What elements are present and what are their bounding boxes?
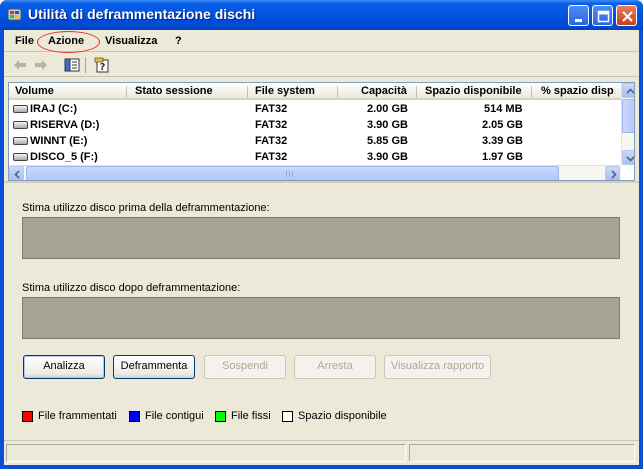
pane-splitter[interactable] xyxy=(4,181,639,183)
analyze-button[interactable]: Analizza xyxy=(23,355,105,379)
file-system: FAT32 xyxy=(255,119,288,131)
forward-arrow-icon[interactable] xyxy=(32,57,50,73)
usage-before-display xyxy=(22,217,620,259)
scroll-up-button[interactable] xyxy=(622,83,634,98)
menu-bar: File Azione Visualizza ? xyxy=(4,30,639,53)
free-space: 1.97 GB xyxy=(482,151,523,163)
menu-visualizza[interactable]: Visualizza xyxy=(105,35,157,47)
col-capacita[interactable]: Capacità xyxy=(361,85,407,97)
maximize-icon xyxy=(597,10,610,23)
legend-label: File frammentati xyxy=(38,410,117,422)
table-row[interactable]: RISERVA (D:) FAT32 3.90 GB 2.05 GB xyxy=(9,117,621,133)
hard-drive-icon xyxy=(13,137,28,145)
window-title: Utilità di deframmentazione dischi xyxy=(28,6,256,22)
legend-swatch-green xyxy=(215,411,226,422)
capacity: 3.90 GB xyxy=(367,119,408,131)
scroll-left-button[interactable] xyxy=(9,166,24,180)
col-separator[interactable] xyxy=(126,86,127,98)
table-row[interactable]: DISCO_5 (F:) FAT32 3.90 GB 1.97 GB xyxy=(9,149,621,165)
usage-after-label: Stima utilizzo disco dopo deframmentazio… xyxy=(22,282,241,294)
hard-drive-icon xyxy=(13,121,28,129)
volume-name: DISCO_5 (F:) xyxy=(30,151,98,163)
scroll-thumb-grip xyxy=(286,171,294,177)
close-icon xyxy=(622,11,633,22)
pause-button[interactable]: Sospendi xyxy=(204,355,286,379)
capacity: 5.85 GB xyxy=(367,135,408,147)
volume-list-header: Volume Stato sessione File system Capaci… xyxy=(9,83,621,100)
file-system: FAT32 xyxy=(255,103,288,115)
table-row[interactable]: WINNT (E:) FAT32 5.85 GB 3.39 GB xyxy=(9,133,621,149)
col-stato-sessione[interactable]: Stato sessione xyxy=(135,85,213,97)
status-pane-main xyxy=(6,444,406,462)
col-percent-free[interactable]: % spazio disp xyxy=(541,85,614,97)
defrag-app-icon xyxy=(7,8,22,21)
chevron-down-icon xyxy=(626,156,634,162)
hard-drive-icon xyxy=(13,153,28,161)
usage-before-label: Stima utilizzo disco prima della deframm… xyxy=(22,202,270,214)
highlight-oval-annotation xyxy=(37,31,100,53)
volume-name: WINNT (E:) xyxy=(30,135,88,147)
vertical-scrollbar[interactable] xyxy=(621,83,634,165)
vertical-scroll-thumb[interactable] xyxy=(622,99,634,133)
properties-help-icon[interactable]: ? xyxy=(94,57,112,73)
toolbar-separator xyxy=(85,57,86,73)
free-space: 514 MB xyxy=(484,103,523,115)
col-file-system[interactable]: File system xyxy=(255,85,315,97)
capacity: 3.90 GB xyxy=(367,151,408,163)
volume-name: RISERVA (D:) xyxy=(30,119,100,131)
defrag-button[interactable]: Deframmenta xyxy=(113,355,195,379)
svg-text:?: ? xyxy=(100,62,106,73)
horizontal-scroll-thumb[interactable] xyxy=(26,166,559,180)
legend-label: File contigui xyxy=(145,410,204,422)
file-system: FAT32 xyxy=(255,135,288,147)
free-space: 2.05 GB xyxy=(482,119,523,131)
legend-label: File fissi xyxy=(231,410,271,422)
legend-swatch-blue xyxy=(129,411,140,422)
menu-help[interactable]: ? xyxy=(175,35,182,47)
title-bar[interactable]: Utilità di deframmentazione dischi xyxy=(0,0,643,30)
toolbar: ? xyxy=(4,53,639,77)
close-button[interactable] xyxy=(616,5,637,26)
maximize-button[interactable] xyxy=(592,5,613,26)
status-bar xyxy=(4,440,639,465)
chevron-right-icon xyxy=(611,170,617,179)
volume-list[interactable]: Volume Stato sessione File system Capaci… xyxy=(8,82,635,181)
status-pane-secondary xyxy=(409,444,635,462)
col-volume[interactable]: Volume xyxy=(15,85,54,97)
view-report-button[interactable]: Visualizza rapporto xyxy=(384,355,491,379)
defrag-window: Utilità di deframmentazione dischi File … xyxy=(0,0,643,469)
table-row[interactable]: IRAJ (C:) FAT32 2.00 GB 514 MB xyxy=(9,101,621,117)
col-separator[interactable] xyxy=(247,86,248,98)
free-space: 3.39 GB xyxy=(482,135,523,147)
minimize-icon xyxy=(575,19,582,22)
scroll-down-button[interactable] xyxy=(622,150,634,165)
chevron-left-icon xyxy=(14,170,20,179)
window-client-area: File Azione Visualizza ? ? Volume Stato … xyxy=(4,30,639,465)
back-arrow-icon[interactable] xyxy=(11,57,29,73)
col-spazio-disponibile[interactable]: Spazio disponibile xyxy=(425,85,522,97)
stop-button[interactable]: Arresta xyxy=(294,355,376,379)
col-separator[interactable] xyxy=(416,86,417,98)
chevron-up-icon xyxy=(626,88,634,94)
legend-swatch-white xyxy=(282,411,293,422)
scroll-right-button[interactable] xyxy=(605,166,620,180)
legend-label: Spazio disponibile xyxy=(298,410,387,422)
volume-name: IRAJ (C:) xyxy=(30,103,78,115)
legend-swatch-red xyxy=(22,411,33,422)
file-system: FAT32 xyxy=(255,151,288,163)
usage-after-display xyxy=(22,297,620,339)
horizontal-scrollbar[interactable] xyxy=(9,165,621,180)
col-separator[interactable] xyxy=(531,86,532,98)
minimize-button[interactable] xyxy=(568,5,589,26)
show-hide-console-tree-icon[interactable] xyxy=(63,57,81,73)
capacity: 2.00 GB xyxy=(367,103,408,115)
col-separator[interactable] xyxy=(337,86,338,98)
hard-drive-icon xyxy=(13,105,28,113)
menu-file[interactable]: File xyxy=(15,35,34,47)
